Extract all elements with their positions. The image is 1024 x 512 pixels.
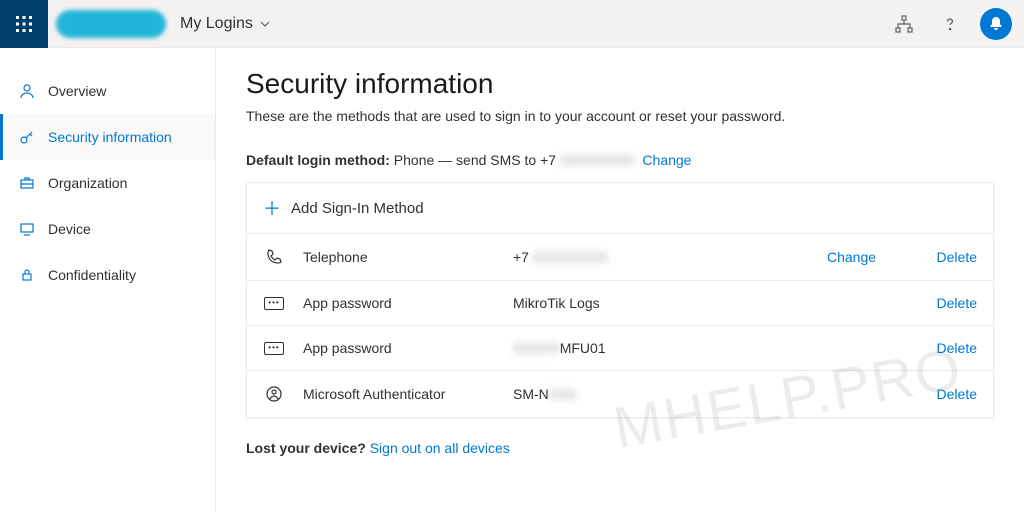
add-method-button[interactable]: ＋ Add Sign-In Method [247,183,993,233]
chevron-down-icon [259,18,271,30]
app-title-text: My Logins [180,15,253,33]
sidebar-item-label: Overview [48,83,106,99]
lock-icon [18,266,36,284]
help-icon[interactable] [934,8,966,40]
sidebar-item-label: Device [48,221,91,237]
method-row-telephone: Telephone +7 XXXXXXXX Change Delete [247,233,993,280]
default-method-value-prefix: Phone — send SMS to +7 [394,152,560,168]
sidebar-item-overview[interactable]: Overview [0,68,215,114]
method-name: App password [303,340,513,356]
default-method-label: Default login method: [246,152,390,168]
method-name: Telephone [303,249,513,265]
app-header: My Logins [0,0,1024,48]
method-row-app-password-1: ••• App password MikroTik Logs Delete [247,280,993,325]
default-method-line: Default login method: Phone — send SMS t… [246,152,994,168]
sidebar-item-organization[interactable]: Organization [0,160,215,206]
sidebar-item-label: Security information [48,129,172,145]
default-method-value-masked: XXXXXXXX [560,152,635,168]
method-value: XXXXXMFU01 [513,340,827,356]
notifications-button[interactable] [980,8,1012,40]
page-layout: Overview Security information Organizati… [0,48,1024,512]
method-delete-link[interactable]: Delete [917,295,977,311]
method-delete-link[interactable]: Delete [917,386,977,402]
device-icon [18,220,36,238]
sidebar-item-label: Confidentiality [48,267,136,283]
authenticator-icon [263,385,285,403]
sidebar-item-label: Organization [48,175,127,191]
method-delete-link[interactable]: Delete [917,340,977,356]
key-icon [18,128,36,146]
app-launcher-button[interactable] [0,0,48,48]
lost-device-line: Lost your device? Sign out on all device… [246,440,994,456]
sidebar-item-confidentiality[interactable]: Confidentiality [0,252,215,298]
app-title-dropdown[interactable]: My Logins [180,15,271,33]
password-icon: ••• [263,297,285,310]
header-actions [888,8,1024,40]
method-change-link[interactable]: Change [827,249,917,265]
methods-card: ＋ Add Sign-In Method Telephone +7 XXXXXX… [246,182,994,418]
briefcase-icon [18,174,36,192]
page-subtitle: These are the methods that are used to s… [246,108,994,124]
person-icon [18,82,36,100]
main-content: Security information These are the metho… [216,48,1024,512]
method-value: MikroTik Logs [513,295,827,311]
method-delete-link[interactable]: Delete [917,249,977,265]
sitemap-icon[interactable] [888,8,920,40]
sidebar-item-device[interactable]: Device [0,206,215,252]
brand-logo-redacted [56,10,166,38]
password-icon: ••• [263,342,285,355]
sidebar-item-security[interactable]: Security information [0,114,215,160]
lost-device-label: Lost your device? [246,440,366,456]
method-value: +7 XXXXXXXX [513,249,827,265]
method-name: Microsoft Authenticator [303,386,513,402]
page-title: Security information [246,68,994,100]
add-method-label: Add Sign-In Method [291,200,424,217]
plus-icon: ＋ [263,195,281,221]
sidebar-nav: Overview Security information Organizati… [0,48,216,512]
change-default-method-link[interactable]: Change [642,152,691,168]
signout-all-link[interactable]: Sign out on all devices [370,440,510,456]
phone-icon [263,248,285,266]
method-name: App password [303,295,513,311]
method-row-authenticator: Microsoft Authenticator SM-NXXX Delete [247,370,993,417]
method-row-app-password-2: ••• App password XXXXXMFU01 Delete [247,325,993,370]
method-value: SM-NXXX [513,386,827,402]
